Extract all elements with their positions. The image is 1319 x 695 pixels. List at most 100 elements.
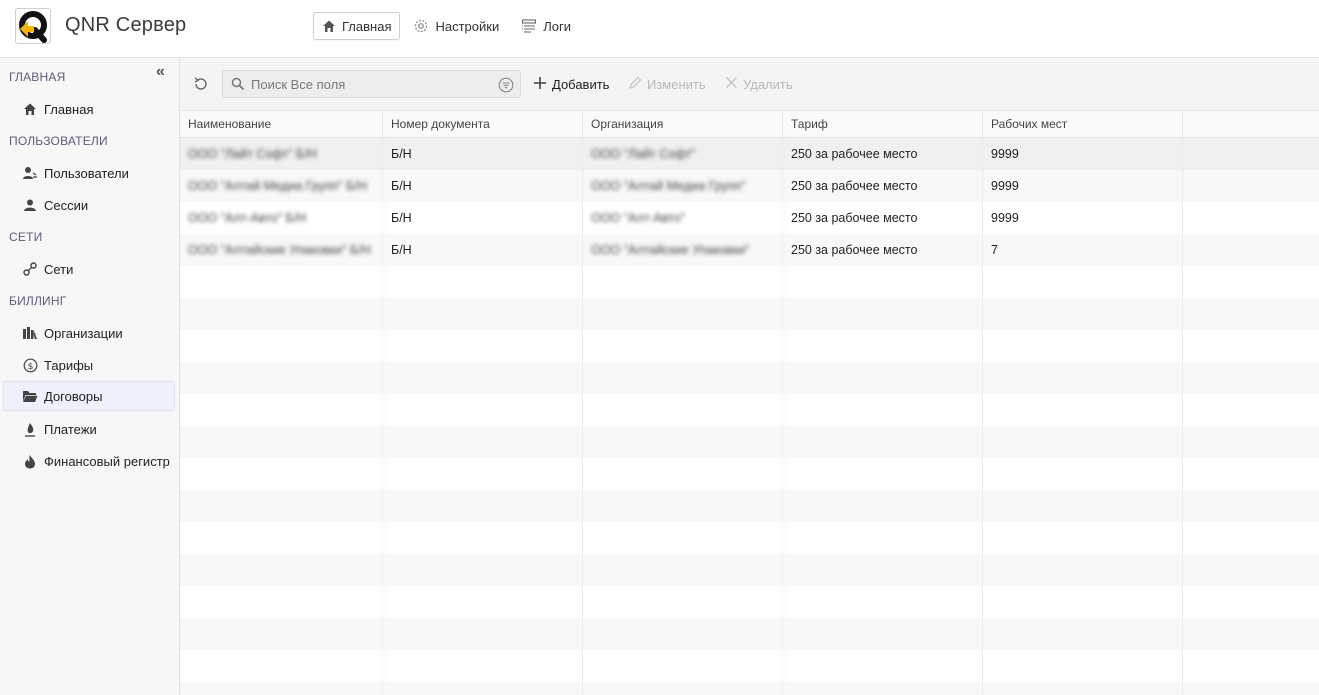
table-cell-seats bbox=[983, 554, 1183, 586]
table-cell-name bbox=[180, 490, 383, 522]
sidebar-item-label: Организации bbox=[44, 325, 123, 341]
table-cell-tariff: 250 за рабочее место bbox=[783, 234, 983, 266]
add-button[interactable]: Добавить bbox=[533, 74, 609, 94]
sidebar-item-networks[interactable]: Сети bbox=[3, 254, 175, 284]
table-row[interactable] bbox=[180, 618, 1319, 650]
table-cell-name bbox=[180, 266, 383, 298]
table-row[interactable]: ООО "Алт-Авто" Б/Н Б/Н ООО "Алт-Авто" 250 з… bbox=[180, 202, 1319, 234]
delete-button[interactable]: Удалить bbox=[725, 74, 793, 94]
sidebar-item-home[interactable]: Главная bbox=[3, 94, 175, 124]
sidebar-item-label: Договоры bbox=[44, 388, 103, 404]
app-title: QNR Сервер bbox=[65, 14, 187, 36]
table-cell-org bbox=[583, 682, 783, 695]
search-icon bbox=[231, 77, 245, 96]
nav-logs-label: Логи bbox=[543, 18, 571, 34]
column-header-organization[interactable]: Организация bbox=[583, 111, 783, 137]
nav-settings-button[interactable]: Настройки bbox=[404, 12, 508, 40]
table-cell-org bbox=[583, 458, 783, 490]
edit-button[interactable]: Изменить bbox=[628, 74, 706, 94]
pencil-icon bbox=[628, 76, 642, 93]
table-cell-seats bbox=[983, 266, 1183, 298]
fire-icon bbox=[22, 453, 38, 469]
sidebar-item-sessions[interactable]: Сессии bbox=[3, 190, 175, 220]
payment-icon bbox=[22, 421, 38, 437]
sidebar-item-label: Главная bbox=[44, 101, 94, 117]
column-header-tariff[interactable]: Тариф bbox=[783, 111, 983, 137]
svg-text:$: $ bbox=[27, 362, 33, 372]
table-cell-tariff bbox=[783, 650, 983, 682]
table-row[interactable] bbox=[180, 394, 1319, 426]
table-row[interactable] bbox=[180, 266, 1319, 298]
table-row[interactable]: ООО "Лайт Софт" Б/Н Б/Н ООО "Лайт Софт" 250… bbox=[180, 138, 1319, 170]
nav-home-button[interactable]: Главная bbox=[313, 12, 401, 40]
network-icon bbox=[22, 261, 38, 277]
sidebar-item-payments[interactable]: Платежи bbox=[3, 414, 175, 444]
table-row[interactable] bbox=[180, 554, 1319, 586]
app-logo bbox=[15, 8, 51, 44]
table-row[interactable] bbox=[180, 362, 1319, 394]
table-cell-org bbox=[583, 266, 783, 298]
table-cell-name bbox=[180, 586, 383, 618]
add-button-label: Добавить bbox=[552, 76, 610, 92]
table-row[interactable] bbox=[180, 426, 1319, 458]
table-row[interactable] bbox=[180, 586, 1319, 618]
table-row[interactable] bbox=[180, 490, 1319, 522]
table-cell-org bbox=[583, 650, 783, 682]
sidebar-item-tariffs[interactable]: $ Тарифы bbox=[3, 350, 175, 380]
table-cell-doc bbox=[383, 490, 583, 522]
column-header-name[interactable]: Наименование bbox=[180, 111, 383, 137]
delete-button-label: Удалить bbox=[743, 76, 793, 92]
sidebar-item-users[interactable]: Пользователи bbox=[3, 158, 175, 188]
column-header-doc-number[interactable]: Номер документа bbox=[383, 111, 583, 137]
filter-icon[interactable] bbox=[498, 77, 514, 98]
home-icon bbox=[22, 101, 38, 117]
section-title-main: ГЛАВНАЯ bbox=[9, 70, 66, 84]
contracts-table: Наименование Номер документа Организация… bbox=[180, 111, 1319, 695]
table-cell-name bbox=[180, 426, 383, 458]
sidebar-item-finance-register[interactable]: Финансовый регистр bbox=[3, 446, 175, 476]
table-cell-tariff bbox=[783, 266, 983, 298]
column-header-seats[interactable]: Рабочих мест bbox=[983, 111, 1183, 137]
sidebar-item-label: Платежи bbox=[44, 421, 97, 437]
table-row[interactable] bbox=[180, 522, 1319, 554]
search-input[interactable] bbox=[251, 75, 481, 93]
table-cell-seats: 9999 bbox=[983, 170, 1183, 202]
table-cell-org bbox=[583, 330, 783, 362]
sidebar-item-contracts[interactable]: Договоры bbox=[3, 381, 175, 411]
table-row[interactable] bbox=[180, 650, 1319, 682]
table-cell-org: ООО "Алт-Авто" bbox=[583, 202, 783, 234]
refresh-icon[interactable] bbox=[192, 75, 210, 93]
top-bar: QNR Сервер Главная Настройки Логи bbox=[0, 0, 1319, 58]
table-row[interactable]: ООО "Алтай Медиа Групп" Б/Н Б/Н ООО "Алтай… bbox=[180, 170, 1319, 202]
table-row[interactable] bbox=[180, 682, 1319, 695]
table-cell-org bbox=[583, 586, 783, 618]
table-cell-tariff: 250 за рабочее место bbox=[783, 170, 983, 202]
sidebar-item-organizations[interactable]: Организации bbox=[3, 318, 175, 348]
table-cell-seats bbox=[983, 618, 1183, 650]
table-cell-org bbox=[583, 362, 783, 394]
table-row[interactable] bbox=[180, 298, 1319, 330]
table-cell-doc bbox=[383, 394, 583, 426]
table-cell-tariff bbox=[783, 298, 983, 330]
toolbar: Добавить Изменить Удалить bbox=[180, 58, 1319, 111]
table-cell-name bbox=[180, 618, 383, 650]
table-cell-seats bbox=[983, 330, 1183, 362]
table-row[interactable] bbox=[180, 330, 1319, 362]
nav-logs-button[interactable]: Логи bbox=[512, 12, 580, 40]
table-cell-name: ООО "Алтайские Упаковки" Б/Н bbox=[180, 234, 383, 266]
table-cell-doc: Б/Н bbox=[383, 234, 583, 266]
collapse-sidebar-icon[interactable]: « bbox=[156, 64, 172, 80]
table-cell-org bbox=[583, 522, 783, 554]
sidebar: « ГЛАВНАЯ Главная ПОЛЬЗОВАТЕЛИ Пользоват… bbox=[0, 58, 180, 695]
table-cell-doc bbox=[383, 458, 583, 490]
table-cell-seats: 9999 bbox=[983, 138, 1183, 170]
table-cell-name bbox=[180, 298, 383, 330]
table-cell-tariff bbox=[783, 554, 983, 586]
sidebar-item-label: Финансовый регистр bbox=[44, 453, 170, 469]
section-title-users: ПОЛЬЗОВАТЕЛИ bbox=[9, 134, 108, 148]
users-icon bbox=[22, 165, 38, 181]
table-row[interactable] bbox=[180, 458, 1319, 490]
sidebar-item-label: Пользователи bbox=[44, 165, 129, 181]
table-cell-doc: Б/Н bbox=[383, 170, 583, 202]
table-row[interactable]: ООО "Алтайские Упаковки" Б/Н Б/Н ООО "Алта… bbox=[180, 234, 1319, 266]
